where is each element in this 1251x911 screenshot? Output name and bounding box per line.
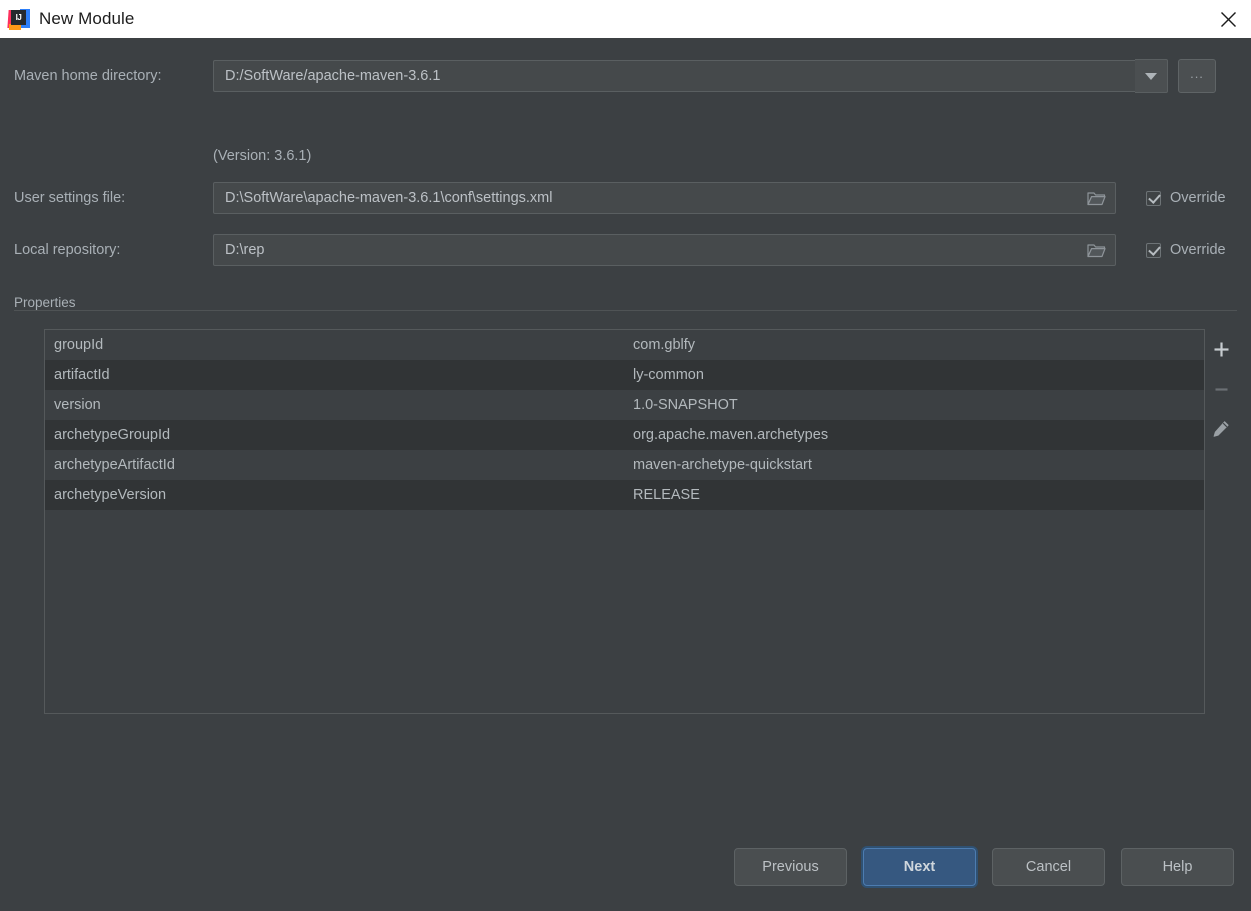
maven-home-directory-label: Maven home directory: xyxy=(14,68,162,84)
local-repository-value: D:\rep xyxy=(225,242,265,258)
close-window-button[interactable] xyxy=(1206,0,1251,38)
dialog-footer: Previous Next Cancel Help xyxy=(0,823,1251,911)
property-value-cell: 1.0-SNAPSHOT xyxy=(633,397,738,413)
property-value-cell: com.gblfy xyxy=(633,337,696,353)
checkbox-checked-icon xyxy=(1146,242,1161,258)
next-button[interactable]: Next xyxy=(863,848,976,886)
user-settings-file-label: User settings file: xyxy=(14,190,126,206)
maven-version-note: (Version: 3.6.1) xyxy=(213,148,312,164)
table-row[interactable]: archetypeGroupId org.apache.maven.archety… xyxy=(45,420,1204,450)
cancel-button[interactable]: Cancel xyxy=(992,848,1105,886)
local-repository-override-checkbox[interactable]: Override xyxy=(1146,242,1226,258)
local-repository-input[interactable]: D:\rep xyxy=(213,234,1116,266)
dialog-body: Maven home directory: D:/SoftWare/apache… xyxy=(0,38,1251,886)
remove-property-button[interactable] xyxy=(1207,375,1235,403)
table-row[interactable]: archetypeArtifactId maven-archetype-quick… xyxy=(45,450,1204,480)
pencil-icon xyxy=(1213,421,1229,437)
properties-table-toolbar xyxy=(1205,329,1237,714)
properties-group-separator xyxy=(14,310,1237,311)
maven-home-directory-input[interactable]: D:/SoftWare/apache-maven-3.6.1 xyxy=(213,60,1135,92)
previous-button[interactable]: Previous xyxy=(734,848,847,886)
maven-home-directory-row: Maven home directory: D:/SoftWare/apache… xyxy=(14,59,1237,93)
property-value-cell: ly-common xyxy=(633,367,704,383)
table-row[interactable]: artifactId ly-common xyxy=(45,360,1204,390)
local-repository-override-label: Override xyxy=(1170,242,1226,258)
user-settings-file-row: User settings file: D:\SoftWare\apache-m… xyxy=(14,182,1116,214)
minus-icon xyxy=(1215,387,1227,391)
folder-icon xyxy=(1086,191,1106,205)
property-key-cell: version xyxy=(54,397,101,413)
property-value-cell: org.apache.maven.archetypes xyxy=(633,427,829,443)
table-row[interactable]: archetypeVersion RELEASE xyxy=(45,480,1204,510)
local-repository-label: Local repository: xyxy=(14,242,121,258)
property-key-cell: groupId xyxy=(54,337,104,353)
maven-home-browse-button[interactable]: ... xyxy=(1178,59,1216,93)
maven-home-directory-dropdown-button[interactable] xyxy=(1135,59,1168,93)
folder-icon xyxy=(1086,243,1106,257)
table-row[interactable]: version 1.0-SNAPSHOT xyxy=(45,390,1204,420)
chevron-down-icon xyxy=(1145,72,1157,80)
add-property-button[interactable] xyxy=(1207,335,1235,363)
table-row[interactable]: groupId com.gblfy xyxy=(45,330,1204,360)
user-settings-browse-button[interactable] xyxy=(1079,185,1113,211)
window-title: New Module xyxy=(39,9,135,28)
property-key-cell: archetypeVersion xyxy=(54,487,167,503)
property-key-cell: artifactId xyxy=(54,367,110,383)
help-button[interactable]: Help xyxy=(1121,848,1234,886)
user-settings-override-label: Override xyxy=(1170,190,1226,206)
property-value-cell: RELEASE xyxy=(633,487,700,503)
local-repository-browse-button[interactable] xyxy=(1079,237,1113,263)
edit-property-button[interactable] xyxy=(1207,415,1235,443)
user-settings-file-value: D:\SoftWare\apache-maven-3.6.1\conf\sett… xyxy=(225,190,553,206)
intellij-idea-icon: IJ xyxy=(7,8,30,30)
checkbox-checked-icon xyxy=(1146,190,1161,206)
property-key-cell: archetypeGroupId xyxy=(54,427,171,443)
user-settings-override-checkbox[interactable]: Override xyxy=(1146,190,1226,206)
properties-group-label: Properties xyxy=(14,295,83,310)
local-repository-row: Local repository: D:\rep xyxy=(14,234,1116,266)
plus-icon xyxy=(1214,342,1228,356)
window-titlebar: IJ New Module xyxy=(0,0,1251,38)
property-key-cell: archetypeArtifactId xyxy=(54,457,175,473)
app-icon-text: IJ xyxy=(15,12,22,22)
user-settings-file-input[interactable]: D:\SoftWare\apache-maven-3.6.1\conf\sett… xyxy=(213,182,1116,214)
properties-table[interactable]: groupId com.gblfy artifactId ly-common versi… xyxy=(44,329,1205,714)
property-value-cell: maven-archetype-quickstart xyxy=(633,457,812,473)
close-icon xyxy=(1221,11,1236,27)
